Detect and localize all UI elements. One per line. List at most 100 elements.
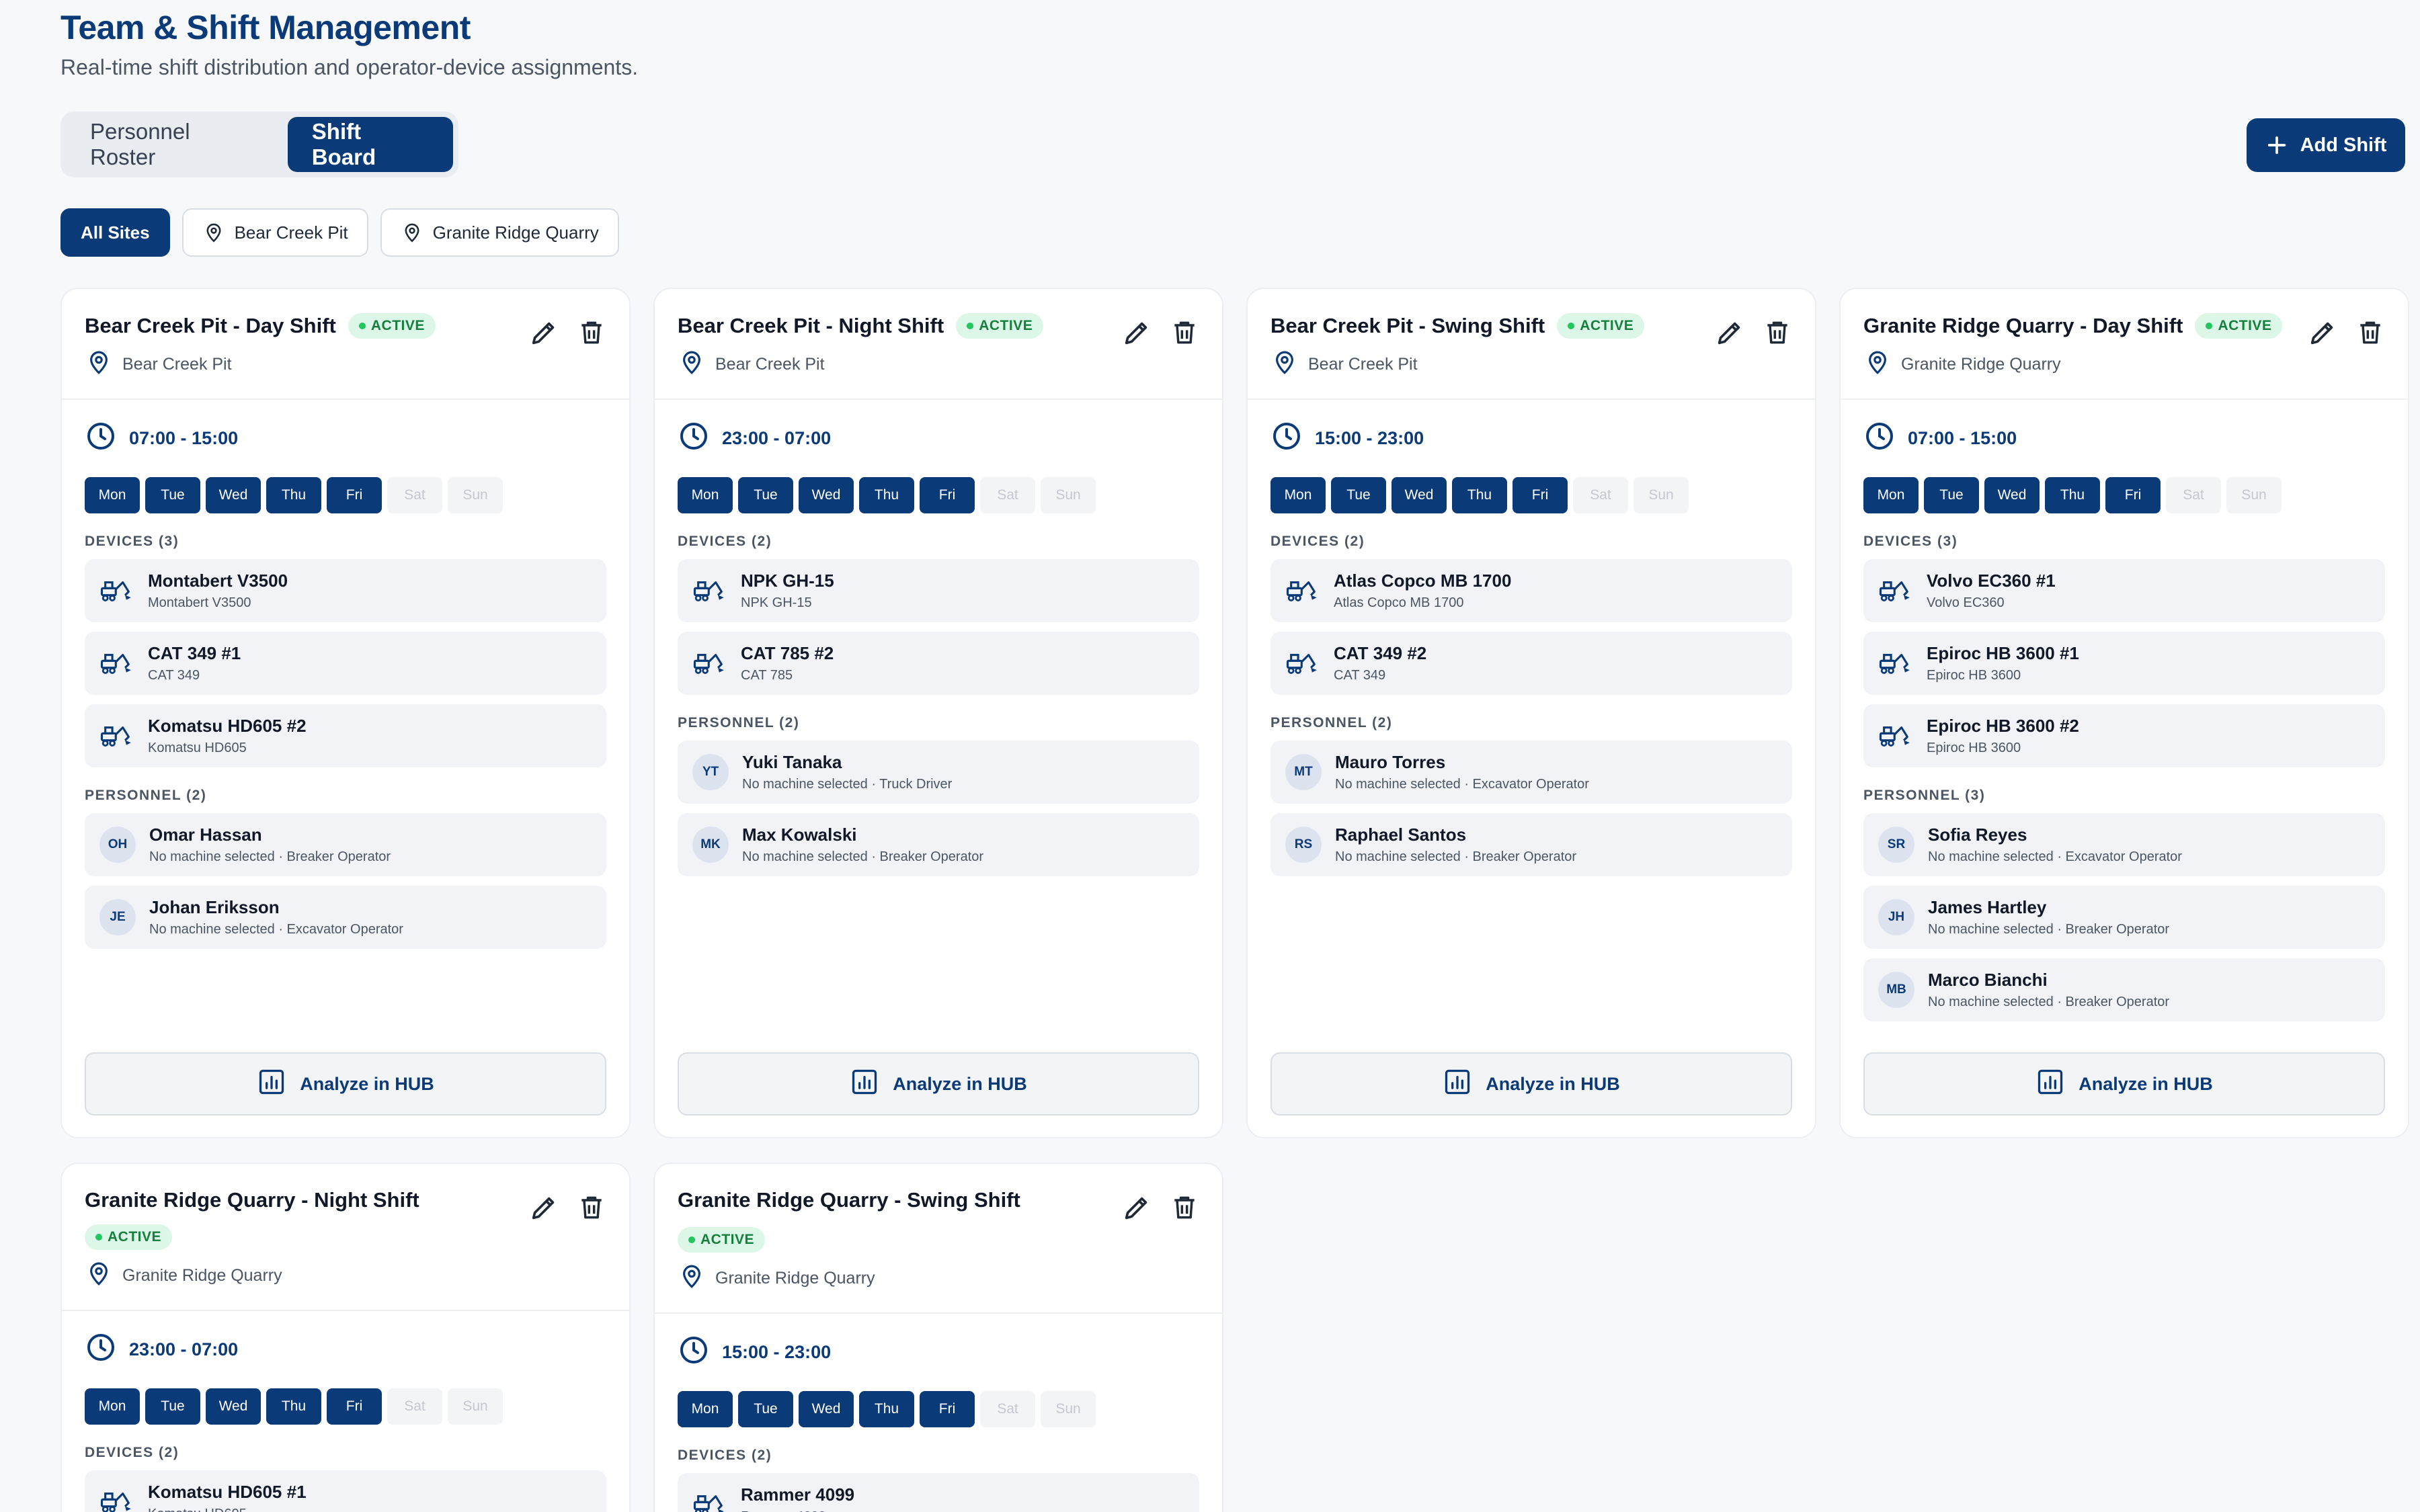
status-dot	[95, 1234, 102, 1241]
shift-days: Mon Tue Wed Thu Fri Sat Sun	[85, 477, 606, 513]
personnel-section-label: PERSONNEL (3)	[1863, 788, 1986, 803]
device-name: Atlas Copco MB 1700	[1334, 571, 1512, 591]
device-item[interactable]: CAT 349 #1 CAT 349	[85, 632, 606, 695]
personnel-item[interactable]: OH Omar Hassan No machine selected · Break…	[85, 813, 606, 876]
add-shift-button[interactable]: Add Shift	[2247, 118, 2405, 172]
personnel-detail: No machine selected · Excavator Operator	[149, 922, 403, 937]
trash-icon[interactable]	[1170, 1192, 1199, 1223]
day-chip-wed: Wed	[206, 1388, 261, 1425]
shift-days: Mon Tue Wed Thu Fri Sat Sun	[1270, 477, 1792, 513]
device-item[interactable]: Epiroc HB 3600 #2 Epiroc HB 3600	[1863, 704, 2385, 767]
excavator-icon	[692, 1489, 727, 1512]
analyze-in-hub-button[interactable]: Analyze in HUB	[678, 1052, 1199, 1116]
device-name: CAT 349 #2	[1334, 643, 1427, 663]
device-item[interactable]: Atlas Copco MB 1700 Atlas Copco MB 1700	[1270, 559, 1792, 622]
day-chip-fri: Fri	[327, 477, 382, 513]
status-dot	[2206, 323, 2213, 329]
avatar: JE	[99, 899, 136, 935]
shift-time-label: 07:00 - 15:00	[129, 428, 239, 448]
trash-icon[interactable]	[2355, 317, 2385, 348]
day-chip-sun: Sun	[448, 477, 503, 513]
shift-card: Granite Ridge Quarry - Day Shift ACTIVE Gr…	[1839, 288, 2409, 1138]
status-badge: ACTIVE	[348, 313, 436, 339]
personnel-name: Mauro Torres	[1335, 752, 1446, 772]
page: Team & Shift Management Real-time shift …	[0, 0, 2420, 1512]
clock-icon	[85, 1331, 117, 1368]
personnel-item[interactable]: JH James Hartley No machine selected · Bre…	[1863, 886, 2385, 949]
personnel-item[interactable]: JE Johan Eriksson No machine selected · Ex…	[85, 886, 606, 949]
device-item[interactable]: NPK GH-15 NPK GH-15	[678, 559, 1199, 622]
shift-site: Granite Ridge Quarry	[678, 1262, 1199, 1295]
personnel-item[interactable]: MK Max Kowalski No machine selected · Brea…	[678, 813, 1199, 876]
day-chip-fri: Fri	[2105, 477, 2161, 513]
device-text: CAT 785 #2 CAT 785	[741, 643, 834, 683]
device-item[interactable]: Montabert V3500 Montabert V3500	[85, 559, 606, 622]
bar-chart-icon	[257, 1067, 286, 1101]
personnel-item[interactable]: MT Mauro Torres No machine selected · Exca…	[1270, 741, 1792, 804]
excavator-icon	[99, 648, 134, 679]
personnel-section-label: PERSONNEL (2)	[678, 715, 800, 730]
day-chip-mon: Mon	[678, 1391, 733, 1427]
analyze-in-hub-button[interactable]: Analyze in HUB	[1270, 1052, 1792, 1116]
personnel-item[interactable]: RS Raphael Santos No machine selected · Br…	[1270, 813, 1792, 876]
device-name: Komatsu HD605 #1	[148, 1482, 307, 1502]
device-item[interactable]: CAT 349 #2 CAT 349	[1270, 632, 1792, 695]
tab-shift-board[interactable]: Shift Board	[287, 117, 453, 172]
tab-personnel-roster[interactable]: Personnel Roster	[66, 117, 282, 172]
shift-card-footer: Analyze in HUB	[85, 1052, 606, 1116]
edit-icon[interactable]	[528, 317, 559, 348]
device-model: CAT 349	[1334, 668, 1386, 683]
avatar: SR	[1878, 827, 1914, 863]
analyze-in-hub-button[interactable]: Analyze in HUB	[85, 1052, 606, 1116]
day-chip-tue: Tue	[738, 1391, 793, 1427]
device-item[interactable]: Rammer 4099 Rammer 4099	[678, 1473, 1199, 1512]
shift-title: Bear Creek Pit - Day Shift	[85, 314, 336, 337]
map-pin-icon	[678, 1262, 706, 1295]
device-item[interactable]: Komatsu HD605 #1 Komatsu HD605	[85, 1470, 606, 1512]
analyze-in-hub-button[interactable]: Analyze in HUB	[1863, 1052, 2385, 1116]
shift-site: Bear Creek Pit	[678, 348, 1199, 381]
status-badge-label: ACTIVE	[700, 1232, 755, 1247]
filter-all-sites[interactable]: All Sites	[61, 208, 170, 257]
device-model: Epiroc HB 3600	[1927, 668, 2021, 683]
page-title: Team & Shift Management	[61, 9, 471, 46]
excavator-icon	[692, 575, 727, 607]
trash-icon[interactable]	[577, 1192, 606, 1223]
device-item[interactable]: Epiroc HB 3600 #1 Epiroc HB 3600	[1863, 632, 2385, 695]
trash-icon[interactable]	[577, 317, 606, 348]
shift-title-row: Bear Creek Pit - Day Shift ACTIVE	[85, 313, 515, 339]
day-chip-tue: Tue	[145, 1388, 200, 1425]
status-badge-label: ACTIVE	[979, 318, 1033, 333]
edit-icon[interactable]	[1121, 317, 1152, 348]
shift-card-header: Bear Creek Pit - Day Shift ACTIVE Bear Cre…	[62, 289, 629, 381]
excavator-icon	[1878, 648, 1913, 679]
personnel-name: Raphael Santos	[1335, 825, 1467, 845]
status-badge: ACTIVE	[956, 313, 1044, 339]
avatar: JH	[1878, 899, 1914, 935]
day-chip-wed: Wed	[799, 477, 854, 513]
shift-card-header: Bear Creek Pit - Night Shift ACTIVE Bear C…	[655, 289, 1222, 381]
trash-icon[interactable]	[1170, 317, 1199, 348]
trash-icon[interactable]	[1763, 317, 1792, 348]
status-badge-label: ACTIVE	[2218, 318, 2272, 333]
device-item[interactable]: Volvo EC360 #1 Volvo EC360	[1863, 559, 2385, 622]
filter-granite-ridge-quarry[interactable]: Granite Ridge Quarry	[380, 208, 619, 257]
edit-icon[interactable]	[2307, 317, 2338, 348]
filter-bear-creek-pit[interactable]: Bear Creek Pit	[182, 208, 368, 257]
personnel-item[interactable]: MB Marco Bianchi No machine selected · Bre…	[1863, 958, 2385, 1021]
personnel-text: Marco Bianchi No machine selected · Break…	[1928, 970, 2169, 1010]
edit-icon[interactable]	[528, 1192, 559, 1223]
bar-chart-icon	[1443, 1067, 1472, 1101]
edit-icon[interactable]	[1714, 317, 1745, 348]
shift-card-body: 07:00 - 15:00 Mon Tue Wed Thu Fri Sat Sun DEVICE…	[1841, 400, 2408, 1021]
site-filter-bar: All Sites Bear Creek Pit Granite Ridge Q…	[61, 208, 619, 257]
edit-icon[interactable]	[1121, 1192, 1152, 1223]
day-chip-mon: Mon	[85, 1388, 140, 1425]
device-item[interactable]: Komatsu HD605 #2 Komatsu HD605	[85, 704, 606, 767]
personnel-item[interactable]: SR Sofia Reyes No machine selected · Excav…	[1863, 813, 2385, 876]
personnel-item[interactable]: YT Yuki Tanaka No machine selected · Truck…	[678, 741, 1199, 804]
device-item[interactable]: CAT 785 #2 CAT 785	[678, 632, 1199, 695]
device-text: CAT 349 #1 CAT 349	[148, 643, 241, 683]
status-badge-label: ACTIVE	[108, 1229, 162, 1245]
shift-title-row: Granite Ridge Quarry - Night Shift ACTIVE	[85, 1188, 515, 1250]
